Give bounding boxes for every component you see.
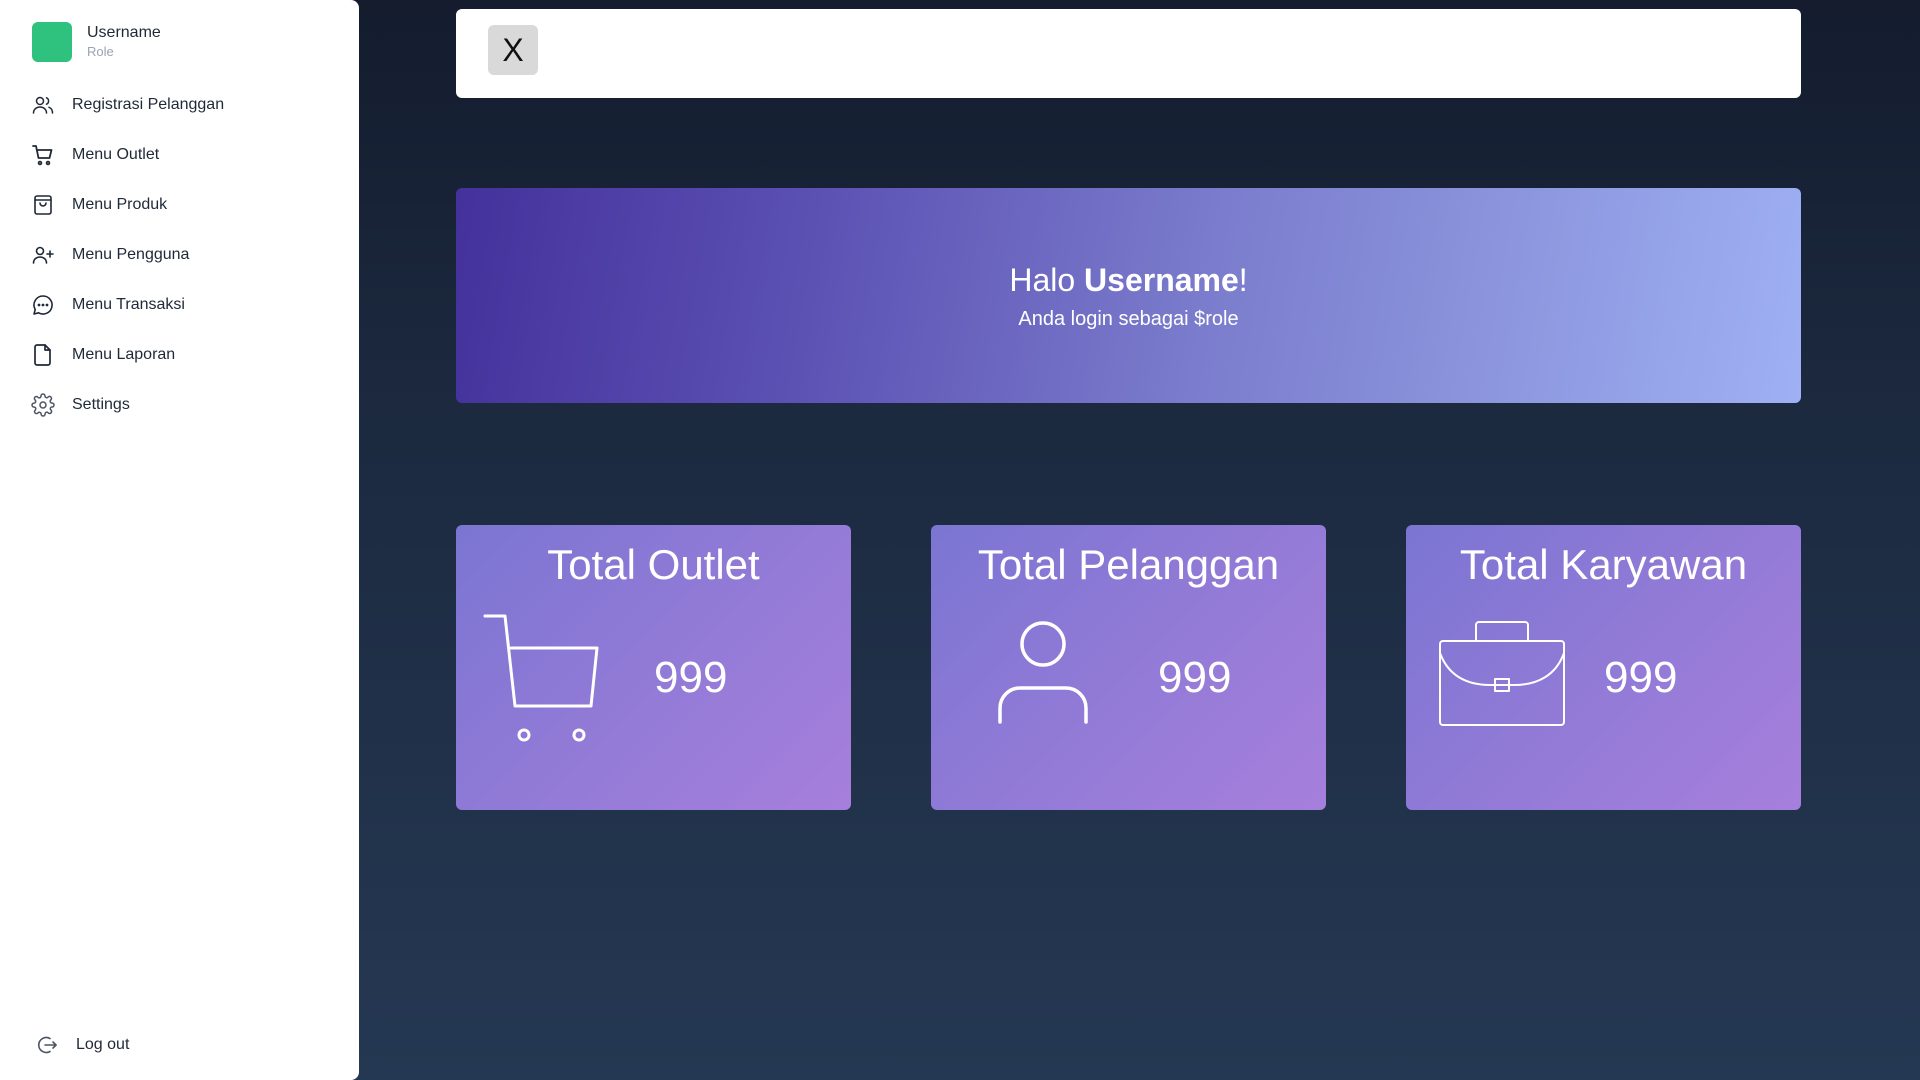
stat-card-value: 999 [1604, 653, 1678, 702]
sidebar-item-label: Menu Transaksi [72, 296, 185, 313]
welcome-subtitle: Anda login sebagai $role [1018, 308, 1239, 330]
user-info: Username Role [87, 23, 161, 61]
sidebar: Username Role Registrasi Pelanggan Menu … [0, 0, 359, 1080]
stat-card-title: Total Karyawan [1459, 541, 1748, 588]
sidebar-item-label: Menu Produk [72, 196, 168, 213]
sidebar-item-menu-produk[interactable]: Menu Produk [30, 180, 224, 230]
sidebar-item-label: Menu Pengguna [72, 246, 190, 263]
stat-card-title: Total Outlet [547, 541, 760, 588]
welcome-username: Username [1084, 262, 1239, 298]
sidebar-item-label: Menu Laporan [72, 346, 176, 363]
users-icon [30, 92, 56, 118]
stat-card-total-karyawan[interactable]: Total Karyawan 999 [1406, 525, 1801, 810]
stat-card-total-outlet[interactable]: Total Outlet 999 [456, 525, 851, 810]
user-profile[interactable]: Username Role [32, 22, 161, 62]
sidebar-item-menu-outlet[interactable]: Menu Outlet [30, 130, 224, 180]
stat-card-total-pelanggan[interactable]: Total Pelanggan 999 [931, 525, 1326, 810]
sidebar-item-label: Registrasi Pelanggan [72, 96, 225, 113]
chat-icon [30, 292, 56, 318]
shopping-bag-icon [30, 192, 56, 218]
sidebar-item-menu-pengguna[interactable]: Menu Pengguna [30, 230, 224, 280]
stat-card-title: Total Pelanggan [977, 541, 1280, 588]
user-role: Role [87, 44, 114, 59]
logout-button[interactable]: Log out [34, 1032, 129, 1058]
sidebar-item-menu-laporan[interactable]: Menu Laporan [30, 330, 224, 380]
welcome-greeting: Halo [1009, 262, 1085, 298]
sidebar-nav: Registrasi Pelanggan Menu Outlet Menu Pr… [30, 80, 224, 430]
logout-icon [34, 1032, 60, 1058]
user-plus-icon [30, 242, 56, 268]
stat-card-value: 999 [654, 653, 728, 702]
sidebar-item-menu-transaksi[interactable]: Menu Transaksi [30, 280, 224, 330]
close-button[interactable]: X [488, 25, 538, 75]
briefcase-icon [1438, 619, 1566, 732]
user-icon [997, 620, 1089, 729]
logout-label: Log out [76, 1036, 130, 1053]
cart-icon [30, 142, 56, 168]
cart-icon [483, 613, 603, 753]
sidebar-item-label: Settings [72, 396, 130, 413]
avatar [32, 22, 72, 62]
top-bar: X [456, 9, 1801, 98]
stat-card-value: 999 [1158, 653, 1232, 702]
gear-icon [30, 392, 56, 418]
welcome-title: Halo Username! [1009, 260, 1247, 300]
welcome-banner: Halo Username! Anda login sebagai $role [456, 188, 1801, 403]
sidebar-item-registrasi-pelanggan[interactable]: Registrasi Pelanggan [30, 80, 224, 130]
sidebar-item-settings[interactable]: Settings [30, 380, 224, 430]
sidebar-item-label: Menu Outlet [72, 146, 160, 163]
file-icon [30, 342, 56, 368]
welcome-exclaim: ! [1238, 262, 1248, 298]
user-name: Username [87, 24, 161, 41]
